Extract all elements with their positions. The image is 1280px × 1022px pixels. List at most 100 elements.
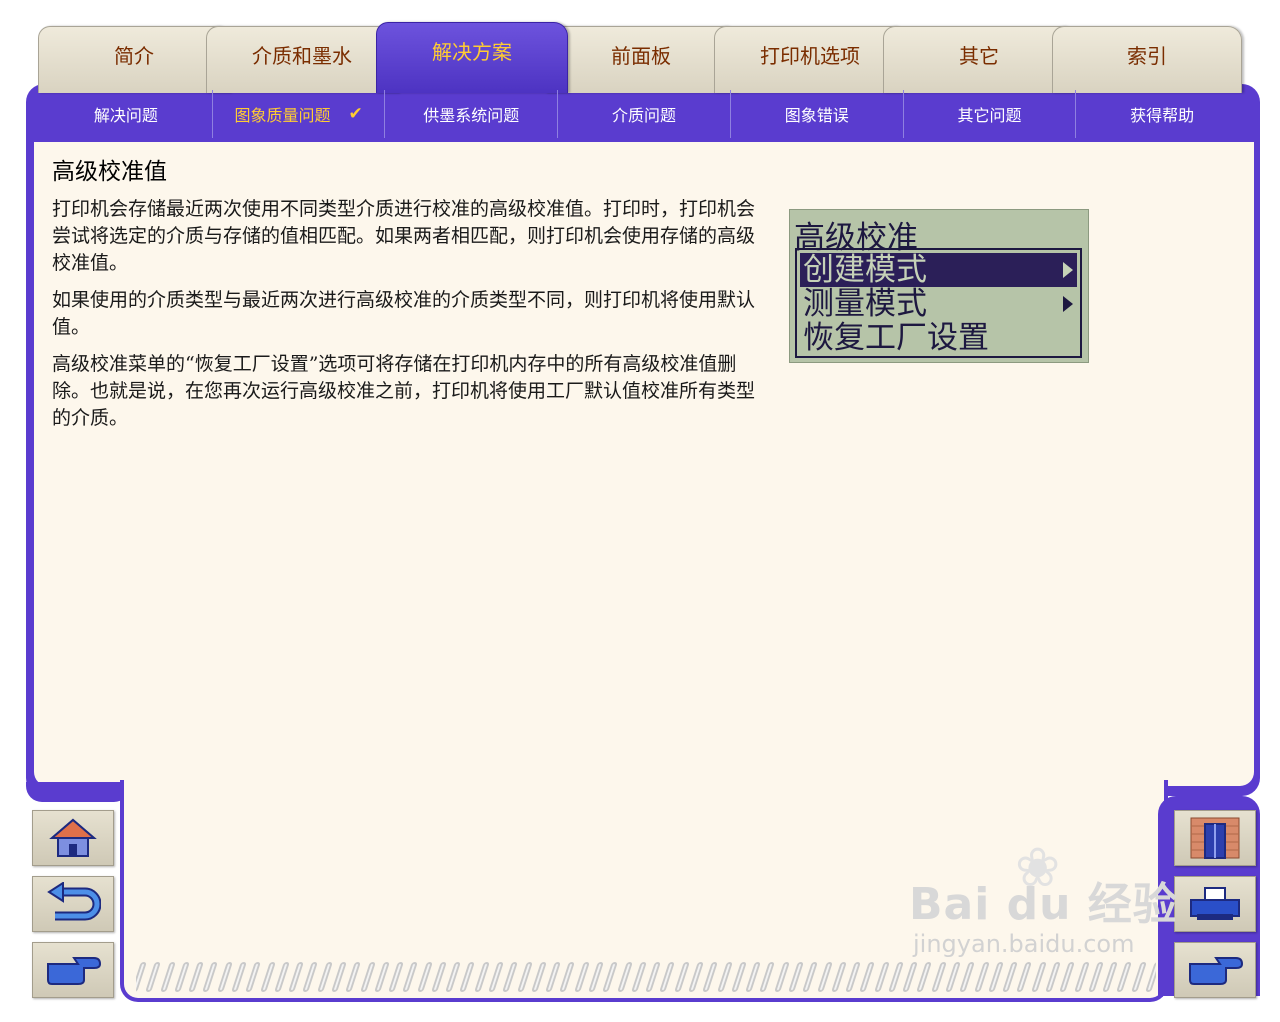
- tab-front-panel[interactable]: 前面板: [545, 26, 737, 93]
- spiral-coil: [588, 962, 604, 992]
- spiral-coil: [273, 962, 290, 992]
- spiral-coil: [416, 962, 433, 992]
- subnav-solve-problems[interactable]: 解决问题: [40, 90, 212, 138]
- tab-intro[interactable]: 简介: [38, 26, 230, 93]
- subnav-label: 其它问题: [957, 106, 1022, 125]
- paragraph: 打印机会存储最近两次使用不同类型介质进行校准的高级校准值。打印时，打印机会尝试将…: [52, 198, 756, 274]
- spiral-coil: [630, 962, 647, 992]
- tab-index[interactable]: 索引: [1052, 26, 1242, 93]
- watermark: ❀ Bai du 经验 jingyan.baidu.com: [905, 836, 1205, 970]
- spiral-coil: [159, 962, 176, 992]
- spiral-coil: [202, 962, 219, 992]
- subnav-image-errors[interactable]: 图象错误: [729, 90, 903, 138]
- lcd-item-label: 创建模式: [803, 252, 927, 288]
- spiral-coil: [388, 962, 404, 992]
- spiral-coil: [402, 962, 419, 992]
- lcd-item-label: 恢复工厂设置: [803, 320, 989, 356]
- spiral-coil: [745, 962, 761, 992]
- sub-navigation: 解决问题 图象质量问题 ✔ 供墨系统问题 介质问题 图象错误 其它问题 获得帮助: [40, 90, 1248, 138]
- spiral-coil: [859, 962, 876, 992]
- subnav-image-quality[interactable]: 图象质量问题 ✔: [211, 90, 385, 138]
- spiral-coil: [688, 962, 704, 992]
- subnav-label: 介质问题: [612, 106, 677, 125]
- lcd-menu-item: 测量模式: [800, 287, 1077, 321]
- page-title: 高级校准值: [52, 159, 167, 185]
- watermark-brand: Bai du 经验: [909, 879, 1178, 930]
- spiral-coil: [516, 962, 533, 992]
- tab-media-ink[interactable]: 介质和墨水: [206, 26, 398, 93]
- lcd-display: 高级校准 创建模式 测量模式 恢复工厂设置: [789, 209, 1089, 363]
- spiral-coil: [559, 962, 576, 992]
- checkmark-icon: ✔: [348, 104, 363, 124]
- spiral-coil: [445, 962, 462, 992]
- spiral-coil: [145, 962, 162, 992]
- tab-other[interactable]: 其它: [883, 26, 1075, 93]
- spiral-coil: [216, 962, 233, 992]
- spiral-coil: [136, 962, 147, 992]
- spiral-coil: [459, 962, 476, 992]
- spiral-coil: [730, 962, 747, 992]
- spiral-coil: [245, 962, 262, 992]
- back-icon: [47, 882, 101, 921]
- spiral-coil: [830, 962, 847, 992]
- spiral-coil: [759, 962, 776, 992]
- tab-label: 其它: [959, 44, 999, 68]
- tab-printer-options[interactable]: 打印机选项: [714, 26, 906, 93]
- spiral-coil: [545, 962, 562, 992]
- spiral-coil: [773, 962, 790, 992]
- spiral-coil: [788, 962, 804, 992]
- spiral-coil: [659, 962, 676, 992]
- spiral-coil: [816, 962, 833, 992]
- subnav-label: 供墨系统问题: [423, 106, 520, 125]
- spiral-coil: [573, 962, 590, 992]
- frame-left-stub: [26, 782, 130, 802]
- subnav-other-problems[interactable]: 其它问题: [902, 90, 1076, 138]
- spiral-coil: [431, 962, 447, 992]
- top-tabs: 简介 介质和墨水 前面板 打印机选项 其它 索引 解决方案: [30, 18, 1245, 93]
- spiral-coil: [845, 962, 861, 992]
- spiral-coil: [359, 962, 376, 992]
- spiral-coil: [502, 962, 519, 992]
- lcd-item-label: 测量模式: [803, 286, 927, 322]
- spiral-coil: [488, 962, 504, 992]
- tab-label: 介质和墨水: [252, 44, 352, 68]
- spiral-coil: [173, 962, 190, 992]
- home-button[interactable]: [32, 810, 114, 866]
- tab-label: 打印机选项: [760, 44, 860, 68]
- lcd-menu-item: 恢复工厂设置: [800, 321, 1077, 355]
- tab-label: 简介: [114, 44, 154, 68]
- subnav-label: 图象错误: [784, 106, 849, 125]
- paragraph: 高级校准菜单的“恢复工厂设置”选项可将存储在打印机内存中的所有高级校准值删除。也…: [52, 353, 756, 429]
- spiral-coil: [288, 962, 304, 992]
- spiral-coil: [331, 962, 347, 992]
- spiral-coil: [873, 962, 890, 992]
- spiral-coil: [702, 962, 719, 992]
- spiral-coil: [345, 962, 362, 992]
- body-text: 打印机会存储最近两次使用不同类型介质进行校准的高级校准值。打印时，打印机会尝试将…: [52, 196, 770, 442]
- spiral-coil: [616, 962, 633, 992]
- back-button[interactable]: [32, 876, 114, 932]
- spiral-coil: [188, 962, 204, 992]
- subnav-get-help[interactable]: 获得帮助: [1075, 90, 1248, 138]
- watermark-url: jingyan.baidu.com: [913, 930, 1135, 958]
- home-icon: [49, 818, 97, 857]
- spiral-coil: [602, 962, 619, 992]
- spiral-coil: [531, 962, 547, 992]
- subnav-media-problems[interactable]: 介质问题: [557, 90, 730, 138]
- spiral-coil: [802, 962, 819, 992]
- tab-solutions[interactable]: 解决方案: [376, 22, 568, 93]
- submenu-arrow-icon: [1063, 296, 1073, 312]
- spiral-coil: [231, 962, 247, 992]
- spiral-coil: [888, 962, 904, 992]
- forward-hand-icon: [47, 957, 102, 985]
- lcd-menu: 创建模式 测量模式 恢复工厂设置: [795, 248, 1082, 358]
- forward-button[interactable]: [32, 942, 114, 998]
- spiral-coil: [473, 962, 490, 992]
- lcd-menu-item: 创建模式: [800, 253, 1077, 287]
- subnav-label: 图象质量问题: [234, 106, 331, 125]
- spiral-coil: [673, 962, 690, 992]
- subnav-label: 获得帮助: [1130, 106, 1195, 125]
- spiral-coil: [316, 962, 333, 992]
- spiral-coil: [645, 962, 661, 992]
- subnav-ink-system[interactable]: 供墨系统问题: [384, 90, 557, 138]
